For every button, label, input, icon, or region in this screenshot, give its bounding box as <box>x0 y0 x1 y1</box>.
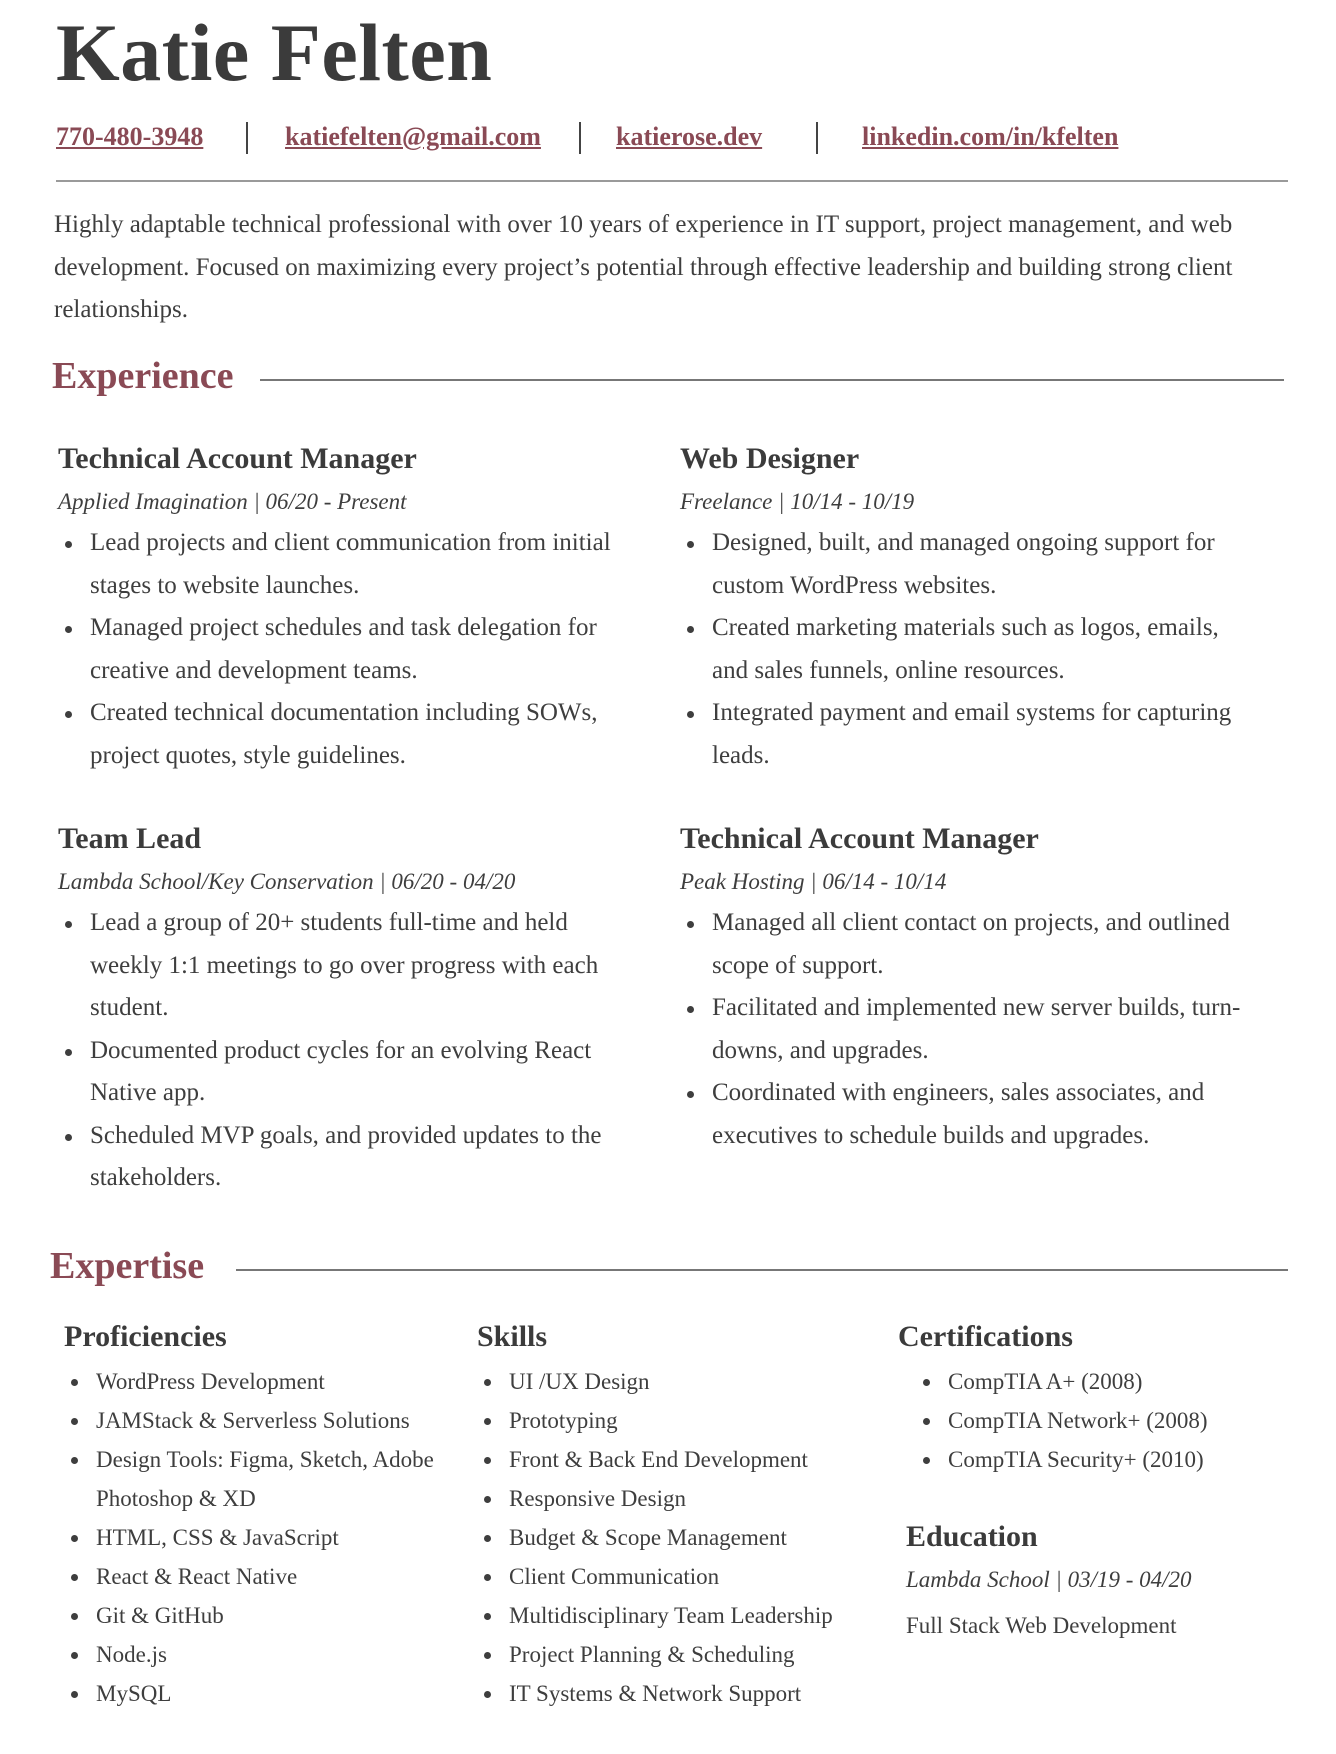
list-item: Front & Back End Development <box>484 1440 897 1479</box>
education-school-dates: Lambda School | 03/19 - 04/20 <box>906 1567 1192 1592</box>
list-item: Git & GitHub <box>71 1596 464 1635</box>
job-company-dates: Lambda School/Key Conservation | 06/20 -… <box>58 869 516 894</box>
contact-divider <box>579 122 581 154</box>
job-bullets: Lead projects and client communication f… <box>58 522 618 777</box>
resume-page: Katie Felten 770-480-3948 katiefelten@gm… <box>0 0 1336 1754</box>
list-item: Responsive Design <box>484 1479 897 1518</box>
job-entry: Technical Account Manager Peak Hosting |… <box>680 820 1250 1157</box>
contact-divider <box>816 122 818 154</box>
skills-list: UI /UX Design Prototyping Front & Back E… <box>477 1362 897 1713</box>
list-item: Budget & Scope Management <box>484 1518 897 1557</box>
list-item: Design Tools: Figma, Sketch, Adobe Photo… <box>71 1440 464 1518</box>
list-item: Node.js <box>71 1635 464 1674</box>
job-entry: Team Lead Lambda School/Key Conservation… <box>58 820 618 1200</box>
list-item: Multidisciplinary Team Leadership <box>484 1596 897 1635</box>
professional-summary: Highly adaptable technical professional … <box>54 211 1233 323</box>
experience-section-header: Experience <box>52 354 1284 404</box>
job-bullet: Created technical documentation includin… <box>65 692 618 777</box>
education-degree: Full Stack Web Development <box>906 1613 1177 1638</box>
list-item: IT Systems & Network Support <box>484 1674 897 1713</box>
job-bullet: Managed all client contact on projects, … <box>687 902 1250 987</box>
job-bullet: Created marketing materials such as logo… <box>687 607 1250 692</box>
list-item: CompTIA Security+ (2010) <box>923 1440 1298 1479</box>
experience-heading: Experience <box>52 355 234 397</box>
proficiencies-list: WordPress Development JAMStack & Serverl… <box>64 1362 464 1713</box>
contact-divider <box>246 122 248 154</box>
job-bullet: Lead a group of 20+ students full-time a… <box>65 902 618 1030</box>
job-bullet: Integrated payment and email systems for… <box>687 692 1250 777</box>
certifications-list: CompTIA A+ (2008) CompTIA Network+ (2008… <box>898 1362 1298 1479</box>
job-company-dates: Applied Imagination | 06/20 - Present <box>58 489 407 514</box>
job-entry: Technical Account Manager Applied Imagin… <box>58 440 618 777</box>
candidate-name: Katie Felten <box>56 7 493 98</box>
list-item: MySQL <box>71 1674 464 1713</box>
proficiencies-heading: Proficiencies <box>64 1320 227 1353</box>
section-divider <box>260 379 1284 381</box>
job-bullet: Managed project schedules and task deleg… <box>65 607 618 692</box>
list-item: UI /UX Design <box>484 1362 897 1401</box>
job-bullet: Facilitated and implemented new server b… <box>687 987 1250 1072</box>
job-bullets: Managed all client contact on projects, … <box>680 902 1250 1157</box>
email-link[interactable]: katiefelten@gmail.com <box>285 122 541 152</box>
job-entry: Web Designer Freelance | 10/14 - 10/19 D… <box>680 440 1250 777</box>
job-company-dates: Freelance | 10/14 - 10/19 <box>680 489 915 514</box>
education-heading: Education <box>906 1520 1038 1553</box>
job-company-dates: Peak Hosting | 06/14 - 10/14 <box>680 869 947 894</box>
job-title: Team Lead <box>58 822 202 855</box>
section-divider <box>236 1269 1288 1271</box>
phone-link[interactable]: 770-480-3948 <box>56 122 203 152</box>
job-title: Technical Account Manager <box>58 442 417 475</box>
expertise-section-header: Expertise <box>50 1244 1288 1294</box>
header-divider <box>56 180 1288 182</box>
job-bullets: Designed, built, and managed ongoing sup… <box>680 522 1250 777</box>
job-title: Technical Account Manager <box>680 822 1039 855</box>
list-item: CompTIA Network+ (2008) <box>923 1401 1298 1440</box>
list-item: JAMStack & Serverless Solutions <box>71 1401 464 1440</box>
list-item: Prototyping <box>484 1401 897 1440</box>
job-bullet: Scheduled MVP goals, and provided update… <box>65 1115 618 1200</box>
list-item: HTML, CSS & JavaScript <box>71 1518 464 1557</box>
certifications-heading: Certifications <box>898 1320 1073 1353</box>
education-block: Education Lambda School | 03/19 - 04/20 … <box>906 1518 1306 1642</box>
list-item: WordPress Development <box>71 1362 464 1401</box>
linkedin-link[interactable]: linkedin.com/in/kfelten <box>862 122 1118 152</box>
skills-heading: Skills <box>477 1320 548 1353</box>
expertise-heading: Expertise <box>50 1245 205 1287</box>
contact-bar: 770-480-3948 katiefelten@gmail.com katie… <box>56 122 1286 162</box>
list-item: Project Planning & Scheduling <box>484 1635 897 1674</box>
list-item: CompTIA A+ (2008) <box>923 1362 1298 1401</box>
job-bullets: Lead a group of 20+ students full-time a… <box>58 902 618 1200</box>
certifications-column: Certifications CompTIA A+ (2008) CompTIA… <box>898 1318 1298 1479</box>
job-bullet: Designed, built, and managed ongoing sup… <box>687 522 1250 607</box>
job-title: Web Designer <box>680 442 860 475</box>
list-item: React & React Native <box>71 1557 464 1596</box>
job-bullet: Documented product cycles for an evolvin… <box>65 1030 618 1115</box>
list-item: Client Communication <box>484 1557 897 1596</box>
job-bullet: Lead projects and client communication f… <box>65 522 618 607</box>
proficiencies-column: Proficiencies WordPress Development JAMS… <box>64 1318 464 1713</box>
job-bullet: Coordinated with engineers, sales associ… <box>687 1072 1250 1157</box>
website-link[interactable]: katierose.dev <box>616 122 762 152</box>
skills-column: Skills UI /UX Design Prototyping Front &… <box>477 1318 897 1713</box>
